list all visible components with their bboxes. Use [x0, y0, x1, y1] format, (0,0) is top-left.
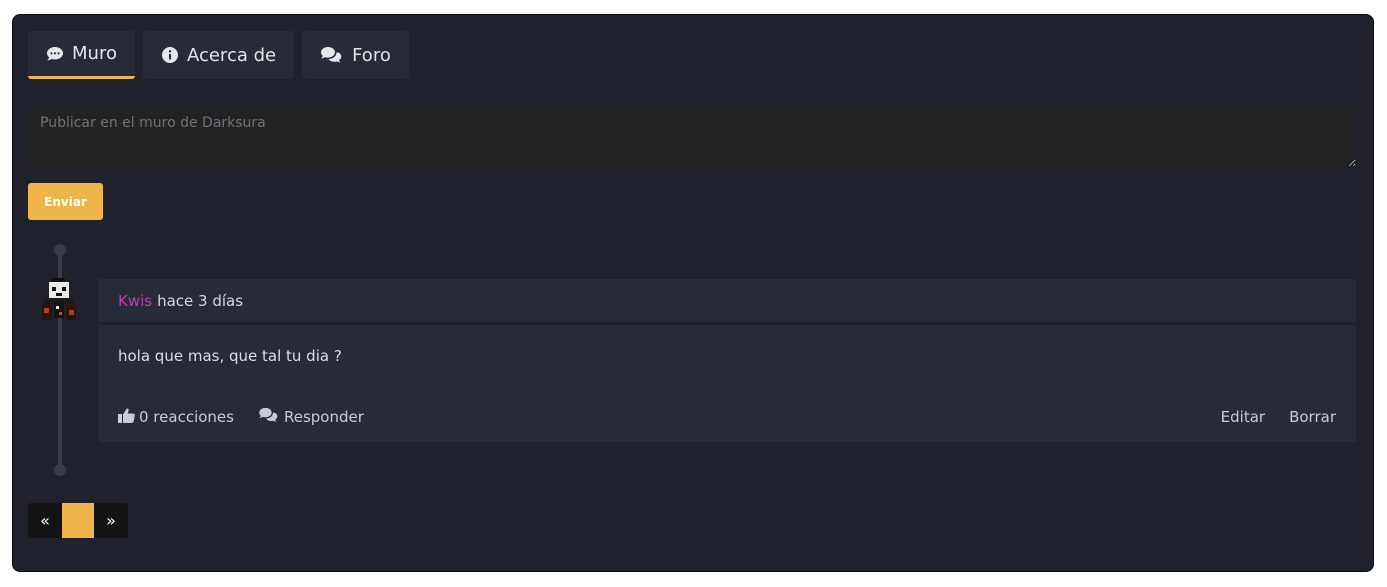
- tab-acerca-de[interactable]: Acerca de: [142, 31, 295, 79]
- delete-button[interactable]: Borrar: [1289, 408, 1336, 426]
- reactions-count: 0 reacciones: [139, 408, 234, 426]
- comment-icon: [46, 46, 64, 62]
- wall-post-input[interactable]: [28, 107, 1356, 167]
- edit-button[interactable]: Editar: [1221, 408, 1265, 426]
- post-header: Kwis hace 3 días: [98, 279, 1356, 325]
- thumbs-up-icon: [118, 407, 135, 427]
- reply-label: Responder: [283, 408, 364, 426]
- timeline-dot-top: [54, 244, 66, 256]
- tab-muro[interactable]: Muro: [28, 31, 135, 79]
- post-body: hola que mas, que tal tu dia ?: [118, 347, 342, 365]
- pagination-page-current[interactable]: 1: [62, 503, 94, 538]
- wall-panel: Muro Acerca de Foro Enviar: [12, 14, 1374, 572]
- tab-label: Acerca de: [186, 44, 277, 66]
- post-actions: 0 reacciones Responder Editar Borrar: [118, 407, 1336, 427]
- avatar[interactable]: [39, 278, 79, 322]
- info-icon: [161, 46, 179, 64]
- comments-icon: [258, 407, 280, 427]
- pagination: « 1 »: [28, 503, 128, 538]
- tab-label: Foro: [352, 44, 391, 66]
- post-author-link[interactable]: Kwis: [118, 292, 152, 310]
- timeline-dot-bottom: [54, 464, 66, 476]
- pagination-prev[interactable]: «: [28, 503, 62, 538]
- profile-tabs: Muro Acerca de Foro: [28, 31, 409, 79]
- wall-post: Kwis hace 3 días hola que mas, que tal t…: [98, 279, 1356, 442]
- comments-icon: [320, 46, 344, 64]
- pagination-next[interactable]: »: [94, 503, 128, 538]
- reactions-button[interactable]: 0 reacciones: [118, 407, 234, 427]
- post-timestamp: hace 3 días: [157, 291, 244, 310]
- send-button[interactable]: Enviar: [28, 183, 103, 220]
- reply-button[interactable]: Responder: [258, 407, 364, 427]
- tab-label: Muro: [72, 43, 117, 64]
- tab-foro[interactable]: Foro: [302, 31, 409, 79]
